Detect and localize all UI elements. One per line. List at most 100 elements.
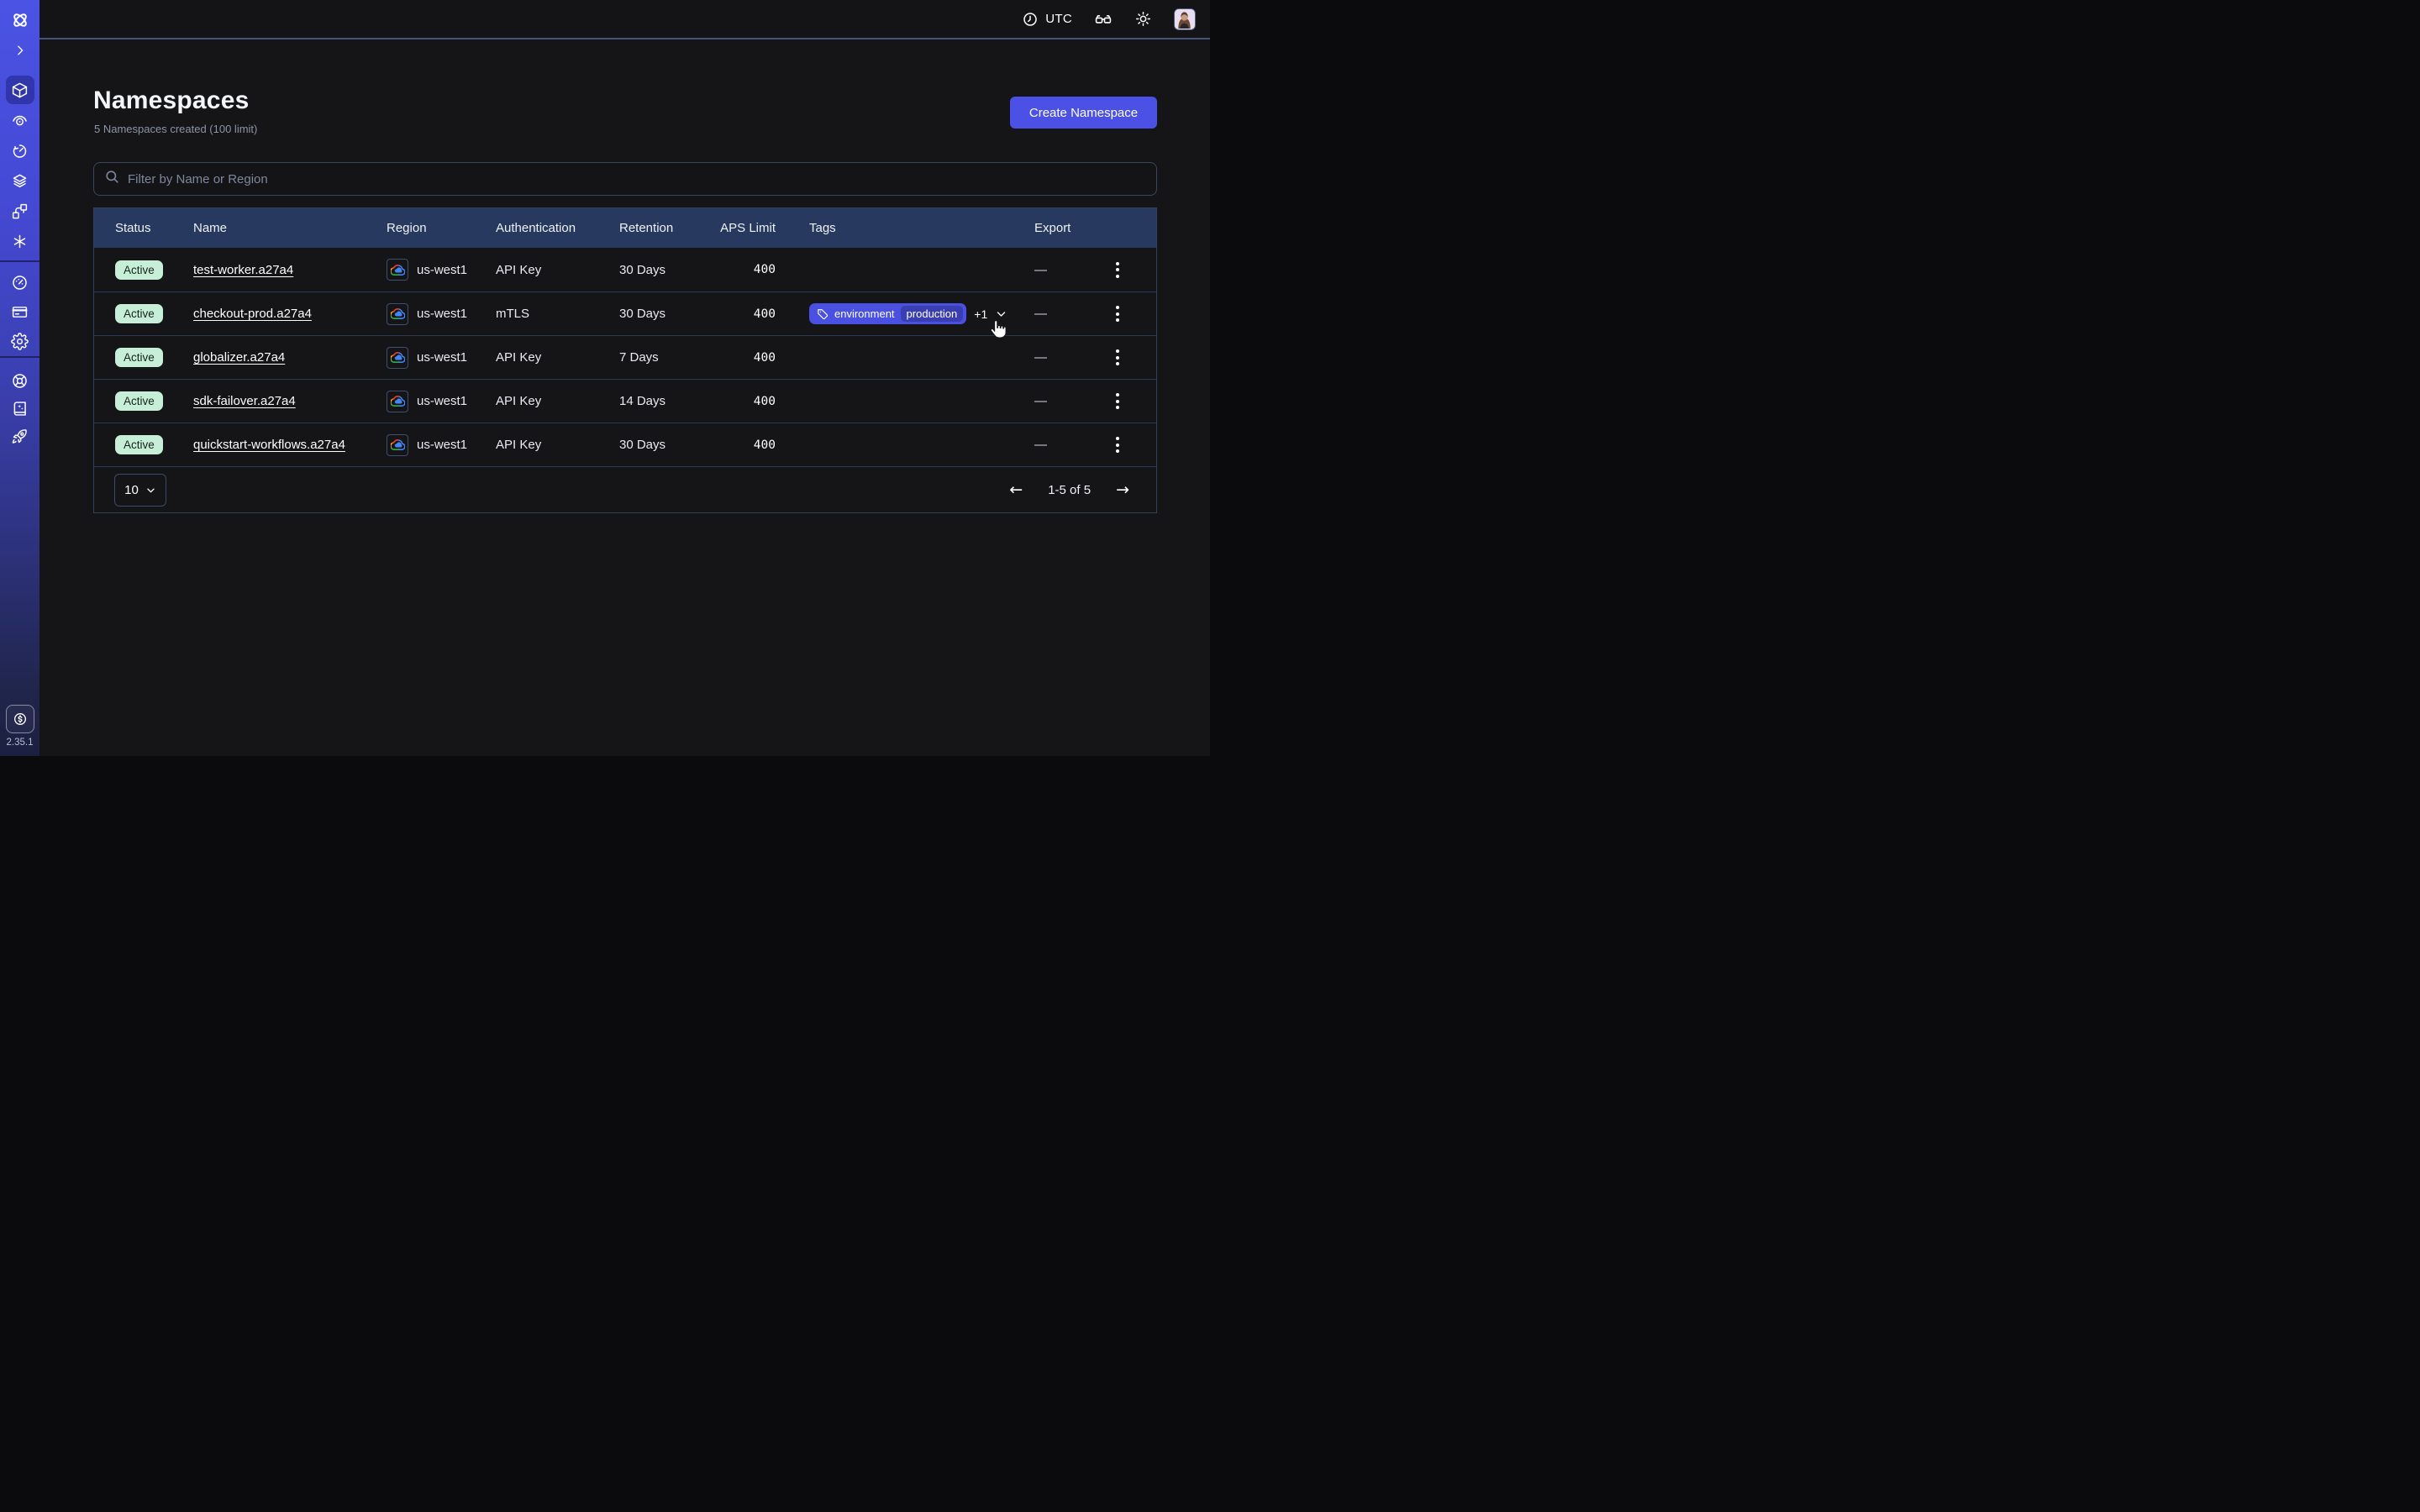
- namespace-link[interactable]: globalizer.a27a4: [193, 350, 285, 365]
- namespaces-table: Status Name Region Authentication Retent…: [93, 207, 1157, 513]
- table-row: Active sdk-failover.a27a4 us-west1 API K…: [94, 379, 1156, 423]
- authentication-cell: mTLS: [496, 307, 619, 321]
- google-cloud-icon: [387, 434, 408, 456]
- retention-cell: 7 Days: [619, 350, 712, 365]
- retention-cell: 14 Days: [619, 394, 712, 408]
- row-actions-kebab[interactable]: [1111, 301, 1124, 327]
- region-cell: us-west1: [387, 259, 496, 281]
- authentication-cell: API Key: [496, 350, 619, 365]
- app-window: 2.35.1 UTC Namespaces 5 Namespaces creat…: [0, 0, 1210, 756]
- sidebar-item-layers-icon[interactable]: [6, 166, 34, 195]
- google-cloud-icon: [387, 303, 408, 325]
- namespace-link[interactable]: quickstart-workflows.a27a4: [193, 438, 345, 452]
- create-namespace-button[interactable]: Create Namespace: [1010, 97, 1157, 129]
- row-actions-kebab[interactable]: [1111, 432, 1124, 458]
- app-version: 2.35.1: [0, 738, 39, 748]
- sidebar-item-book-sparkles-icon[interactable]: [6, 394, 34, 423]
- column-header-region: Region: [387, 221, 496, 235]
- tags-expand-chevron[interactable]: [995, 307, 1007, 320]
- column-header-name: Name: [193, 221, 387, 235]
- status-badge: Active: [115, 260, 163, 280]
- google-cloud-icon: [387, 347, 408, 369]
- export-cell: —: [1034, 394, 1086, 408]
- namespace-link[interactable]: sdk-failover.a27a4: [193, 394, 296, 408]
- page-size-select[interactable]: 10: [114, 474, 166, 507]
- sidebar-item-branch-icon[interactable]: [6, 197, 34, 225]
- status-badge: Active: [115, 304, 163, 323]
- region-label: us-west1: [417, 350, 467, 365]
- column-header-retention: Retention: [619, 221, 712, 235]
- tag-key: environment: [834, 307, 895, 320]
- table-row: Active globalizer.a27a4 us-west1 API Key…: [94, 335, 1156, 379]
- user-avatar[interactable]: [1174, 8, 1196, 30]
- google-cloud-icon: [387, 391, 408, 412]
- table-row: Active quickstart-workflows.a27a4 us-wes…: [94, 423, 1156, 466]
- labs-glasses-button[interactable]: [1094, 10, 1113, 29]
- export-cell: —: [1034, 307, 1086, 321]
- region-cell: us-west1: [387, 434, 496, 456]
- aps-limit-cell: 400: [712, 395, 776, 408]
- search-icon: [104, 169, 120, 189]
- table-footer: 10 ← 1-5 of 5 →: [94, 466, 1156, 512]
- google-cloud-icon: [387, 259, 408, 281]
- sidebar-expand-chevron-icon[interactable]: [6, 36, 34, 65]
- tags-cell: environmentproduction +1: [776, 303, 1034, 324]
- authentication-cell: API Key: [496, 394, 619, 408]
- tag-icon: [817, 308, 829, 320]
- page-size-value: 10: [124, 483, 139, 497]
- namespace-link[interactable]: test-worker.a27a4: [193, 263, 293, 277]
- seal-dollar-icon[interactable]: [6, 705, 34, 733]
- status-badge: Active: [115, 435, 163, 454]
- glasses-icon: [1094, 10, 1113, 29]
- sidebar-item-timer-icon[interactable]: [6, 136, 34, 165]
- page-subtitle: 5 Namespaces created (100 limit): [94, 123, 257, 135]
- sidebar-item-asterisk-icon[interactable]: [6, 227, 34, 255]
- page-title: Namespaces: [93, 87, 249, 115]
- filter-search-input[interactable]: [128, 172, 1146, 186]
- authentication-cell: API Key: [496, 263, 619, 277]
- status-badge: Active: [115, 391, 163, 411]
- row-actions-kebab[interactable]: [1111, 388, 1124, 414]
- sidebar-item-credit-card-icon[interactable]: [6, 297, 34, 326]
- aps-limit-cell: 400: [712, 351, 776, 365]
- sidebar-item-gear-icon[interactable]: [6, 327, 34, 355]
- row-actions-kebab[interactable]: [1111, 344, 1124, 370]
- filter-search-box: [93, 162, 1157, 196]
- retention-cell: 30 Days: [619, 307, 712, 321]
- next-page-button[interactable]: →: [1116, 482, 1129, 498]
- temporal-logo[interactable]: [6, 6, 34, 34]
- sidebar-item-lifebuoy-icon[interactable]: [6, 366, 34, 395]
- sidebar-divider: [0, 260, 39, 262]
- region-label: us-west1: [417, 307, 467, 321]
- previous-page-button[interactable]: ←: [1009, 482, 1023, 498]
- sun-icon: [1134, 10, 1152, 28]
- sidebar-item-iris-icon[interactable]: [6, 106, 34, 134]
- retention-cell: 30 Days: [619, 263, 712, 277]
- aps-limit-cell: 400: [712, 307, 776, 321]
- region-cell: us-west1: [387, 303, 496, 325]
- pagination-range: 1-5 of 5: [1048, 483, 1091, 497]
- table-header-row: Status Name Region Authentication Retent…: [94, 208, 1156, 248]
- export-cell: —: [1034, 438, 1086, 452]
- tag-more-count: +1: [974, 307, 987, 321]
- clock-icon: [1022, 11, 1039, 28]
- table-row: Active test-worker.a27a4 us-west1 API Ke…: [94, 248, 1156, 291]
- theme-toggle-button[interactable]: [1134, 10, 1152, 28]
- column-header-authentication: Authentication: [496, 221, 619, 235]
- export-cell: —: [1034, 350, 1086, 365]
- region-cell: us-west1: [387, 347, 496, 369]
- column-header-status: Status: [115, 221, 193, 235]
- sidebar-divider: [0, 356, 39, 358]
- row-actions-kebab[interactable]: [1111, 257, 1124, 283]
- timezone-label: UTC: [1045, 12, 1072, 26]
- tag-pill[interactable]: environmentproduction: [809, 303, 966, 324]
- aps-limit-cell: 400: [712, 263, 776, 276]
- sidebar-item-gauge-icon[interactable]: [6, 268, 34, 297]
- namespace-link[interactable]: checkout-prod.a27a4: [193, 307, 312, 321]
- timezone-button[interactable]: UTC: [1022, 11, 1072, 28]
- region-cell: us-west1: [387, 391, 496, 412]
- column-header-export: Export: [1034, 221, 1086, 235]
- sidebar-item-rocket-icon[interactable]: [6, 422, 34, 450]
- status-badge: Active: [115, 348, 163, 367]
- sidebar-item-namespaces-cube-icon[interactable]: [6, 76, 34, 104]
